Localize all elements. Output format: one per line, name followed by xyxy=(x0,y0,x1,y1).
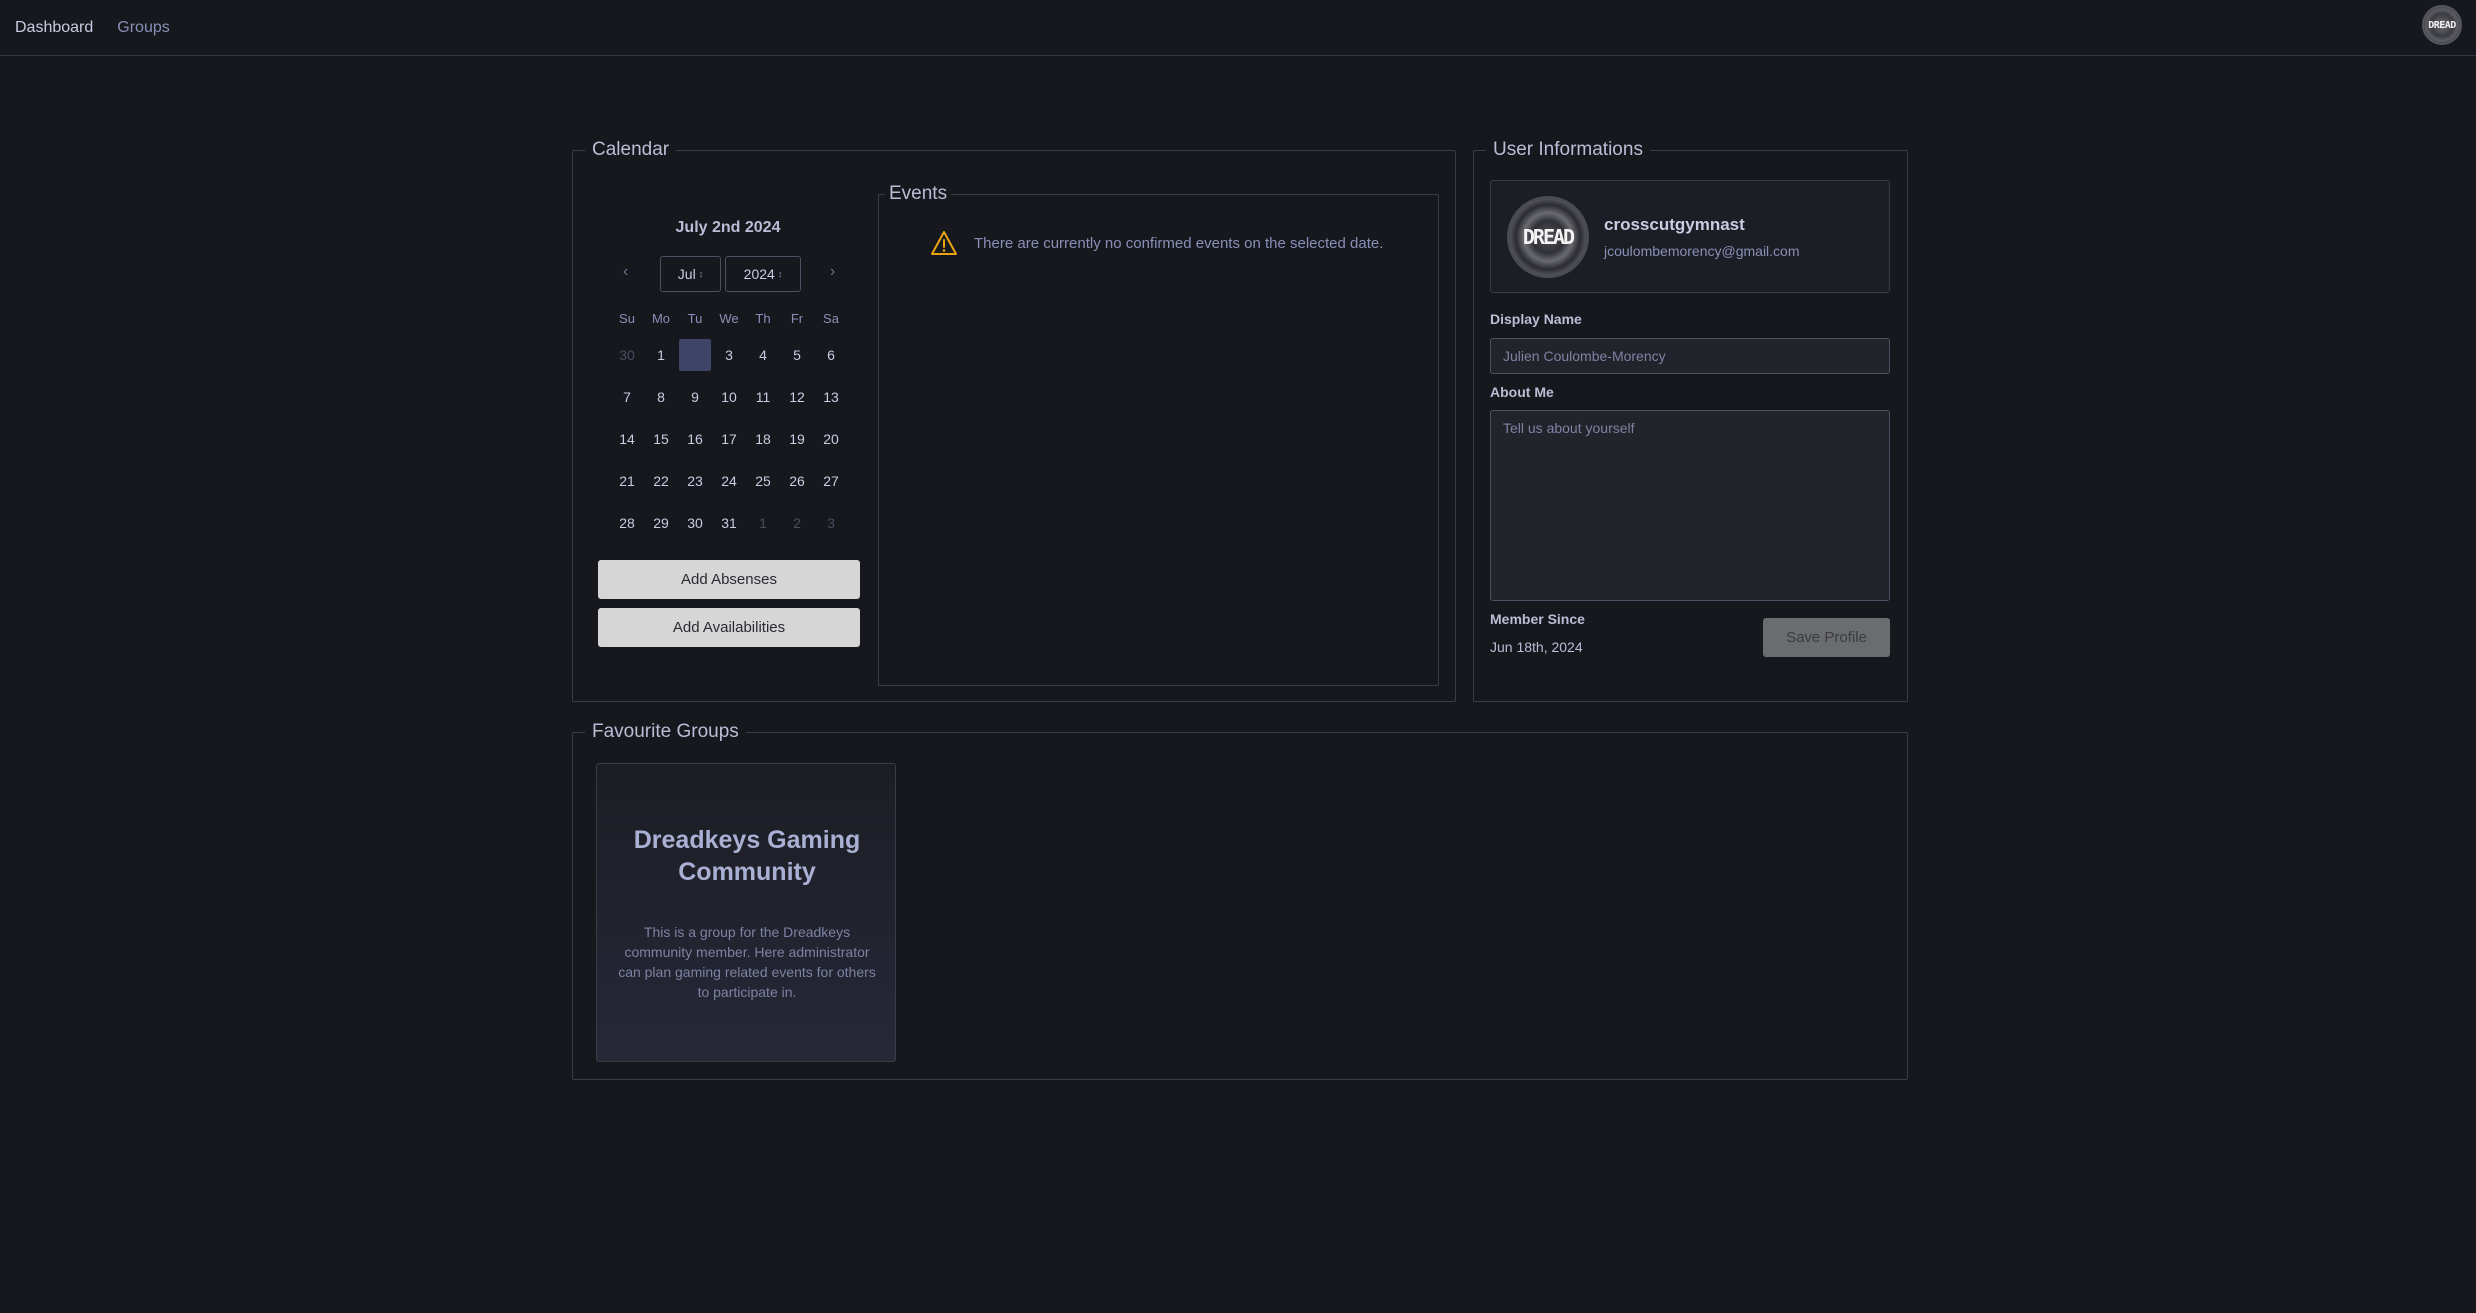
calendar-day[interactable]: 13 xyxy=(815,381,847,413)
calendar-day[interactable]: 31 xyxy=(713,507,745,539)
nav-link-groups[interactable]: Groups xyxy=(117,19,169,37)
calendar-day[interactable]: 6 xyxy=(815,339,847,371)
profile-email: jcoulombemorency@gmail.com xyxy=(1604,243,1800,259)
weekday-label: Su xyxy=(619,311,635,326)
favourite-groups-legend: Favourite Groups xyxy=(585,721,746,743)
calendar-day[interactable]: 20 xyxy=(815,423,847,455)
calendar-day[interactable]: 28 xyxy=(611,507,643,539)
year-select-value: 2024 xyxy=(743,266,775,282)
group-card[interactable]: Dreadkeys Gaming Community This is a gro… xyxy=(596,763,896,1062)
calendar-day[interactable]: 11 xyxy=(747,381,779,413)
calendar-day[interactable]: 3 xyxy=(713,339,745,371)
events-legend: Events xyxy=(885,183,952,205)
calendar-day[interactable]: 5 xyxy=(781,339,813,371)
display-name-label: Display Name xyxy=(1490,311,1582,327)
month-select-value: Jul xyxy=(677,266,696,282)
calendar-day[interactable]: 24 xyxy=(713,465,745,497)
calendar-day[interactable]: 4 xyxy=(747,339,779,371)
events-empty-message: There are currently no confirmed events … xyxy=(974,234,1384,252)
calendar-legend: Calendar xyxy=(585,139,677,161)
about-me-label: About Me xyxy=(1490,384,1554,400)
weekday-label: Th xyxy=(755,311,771,326)
calendar-day[interactable]: 17 xyxy=(713,423,745,455)
about-me-textarea[interactable] xyxy=(1490,410,1890,601)
member-since-label: Member Since xyxy=(1490,611,1585,627)
add-availabilities-button[interactable]: Add Availabilities xyxy=(598,608,860,647)
calendar-day[interactable]: 10 xyxy=(713,381,745,413)
warning-icon xyxy=(931,231,957,255)
calendar-day[interactable]: 26 xyxy=(781,465,813,497)
calendar-day[interactable]: 25 xyxy=(747,465,779,497)
calendar-day[interactable]: 16 xyxy=(679,423,711,455)
chevron-updown-icon: ↕ xyxy=(777,268,783,279)
prev-month-icon[interactable]: ‹ xyxy=(623,263,628,281)
calendar-day[interactable]: 12 xyxy=(781,381,813,413)
calendar-day[interactable]: 1 xyxy=(747,507,779,539)
profile-avatar-logo-text: DREAD xyxy=(1522,225,1575,249)
calendar-day[interactable]: 30 xyxy=(679,507,711,539)
calendar-day[interactable]: 9 xyxy=(679,381,711,413)
calendar-day[interactable]: 22 xyxy=(645,465,677,497)
calendar-day[interactable]: 30 xyxy=(611,339,643,371)
save-profile-button[interactable]: Save Profile xyxy=(1763,618,1890,657)
nav-avatar-logo-text: DREAD xyxy=(2428,19,2456,31)
calendar-day[interactable]: 7 xyxy=(611,381,643,413)
nav-avatar[interactable]: DREAD xyxy=(2422,5,2462,45)
member-since-value: Jun 18th, 2024 xyxy=(1490,639,1583,655)
calendar-day[interactable]: 23 xyxy=(679,465,711,497)
calendar-day[interactable]: 19 xyxy=(781,423,813,455)
calendar-day[interactable]: 2 xyxy=(781,507,813,539)
events-empty-notice: There are currently no confirmed events … xyxy=(930,230,1383,256)
calendar-day[interactable]: 29 xyxy=(645,507,677,539)
display-name-input[interactable] xyxy=(1490,338,1890,374)
calendar-day[interactable]: 3 xyxy=(815,507,847,539)
weekday-label: Mo xyxy=(651,311,671,326)
calendar-day[interactable]: 27 xyxy=(815,465,847,497)
calendar-day-selected[interactable]: 2 xyxy=(679,339,711,371)
events-panel: Events xyxy=(878,183,1439,686)
calendar-day[interactable]: 15 xyxy=(645,423,677,455)
group-description: This is a group for the Dreadkeys commun… xyxy=(618,924,876,1000)
weekday-label: Tu xyxy=(687,311,703,326)
calendar-day[interactable]: 14 xyxy=(611,423,643,455)
user-info-legend: User Informations xyxy=(1486,139,1650,161)
chevron-updown-icon: ↕ xyxy=(698,268,704,279)
add-absenses-button[interactable]: Add Absenses xyxy=(598,560,860,599)
profile-card: DREAD crosscutgymnast jcoulombemorency@g… xyxy=(1490,180,1890,293)
calendar-day[interactable]: 21 xyxy=(611,465,643,497)
group-name: Dreadkeys Gaming Community xyxy=(633,826,861,886)
weekday-label: Sa xyxy=(823,311,839,326)
profile-username: crosscutgymnast xyxy=(1604,215,1745,234)
weekday-label: Fr xyxy=(790,311,804,326)
nav-link-dashboard[interactable]: Dashboard xyxy=(15,19,93,37)
year-select[interactable]: 2024 ↕ xyxy=(725,256,801,292)
calendar-day[interactable]: 1 xyxy=(645,339,677,371)
top-nav: Dashboard Groups DREAD xyxy=(0,0,2476,56)
calendar-selected-date: July 2nd 2024 xyxy=(675,219,781,236)
next-month-icon[interactable]: › xyxy=(830,263,835,281)
calendar-day[interactable]: 8 xyxy=(645,381,677,413)
month-select[interactable]: Jul ↕ xyxy=(660,256,721,292)
calendar-day[interactable]: 18 xyxy=(747,423,779,455)
weekday-label: We xyxy=(719,311,739,326)
profile-avatar: DREAD xyxy=(1507,196,1589,278)
